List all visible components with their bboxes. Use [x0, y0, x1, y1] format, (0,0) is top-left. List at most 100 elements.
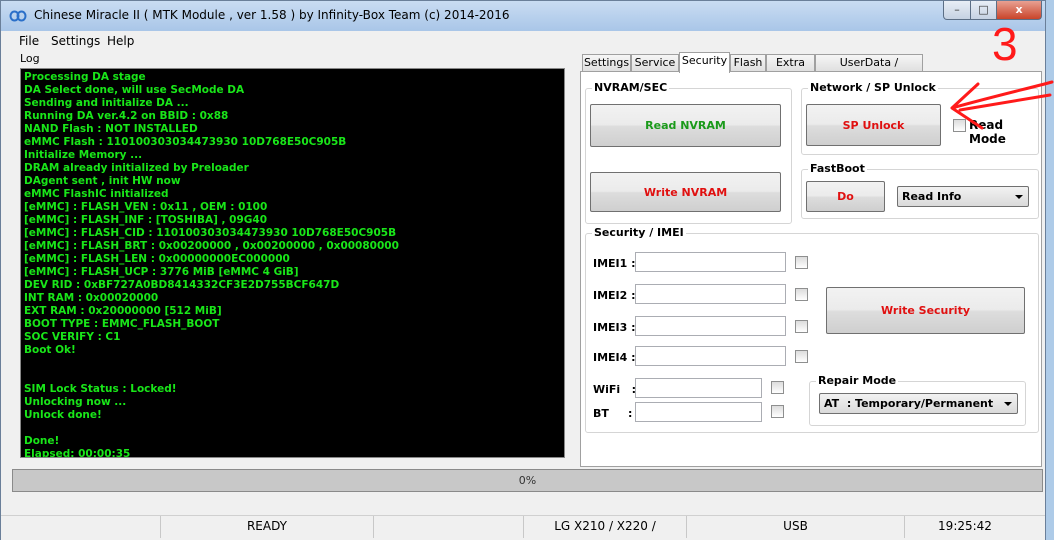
maximize-button[interactable]: □ — [970, 1, 997, 20]
log-line: Processing DA stage — [24, 71, 146, 83]
progress-bar: 0% — [12, 469, 1043, 492]
menu-bar: File Settings Help — [1, 31, 1045, 51]
security-imei-group: Security / IMEI IMEI1 : IMEI2 : IMEI3 : … — [585, 226, 1039, 433]
read-mode-checkbox[interactable] — [953, 119, 966, 132]
tab-flash[interactable]: Flash — [730, 54, 766, 72]
repair-mode-group-title: Repair Mode — [816, 374, 899, 387]
log-line: Unlocking now ... — [24, 396, 127, 408]
log-line: Boot Ok! — [24, 344, 76, 356]
network-unlock-group: Network / SP Unlock SP Unlock Read Mode — [801, 81, 1039, 155]
tab-service[interactable]: Service — [631, 54, 679, 72]
imei2-input[interactable] — [635, 284, 786, 304]
fastboot-action-select[interactable]: Read Info — [897, 186, 1029, 207]
log-lines: Processing DA stage DA Select done, will … — [24, 71, 544, 458]
log-line: DA Select done, will use SecMode DA — [24, 84, 245, 96]
imei3-input[interactable] — [635, 316, 786, 336]
menu-help[interactable]: Help — [107, 34, 134, 48]
log-line: SIM Lock Status : Locked! — [24, 383, 177, 395]
log-line: BOOT TYPE : EMMC_FLASH_BOOT — [24, 318, 220, 330]
log-line: [eMMC] : FLASH_VEN : 0x11 , OEM : 0100 — [24, 201, 268, 213]
chevron-down-icon — [1004, 402, 1012, 406]
close-button[interactable]: x — [996, 1, 1042, 20]
log-label: Log — [20, 52, 40, 65]
read-mode-label: Read Mode — [969, 118, 1006, 146]
imei1-label: IMEI1 : — [593, 257, 636, 270]
imei4-input[interactable] — [635, 346, 786, 366]
nvram-group-title: NVRAM/SEC — [592, 81, 670, 94]
status-port: USB — [687, 516, 905, 538]
log-line: Unlock done! — [24, 409, 102, 421]
imei3-checkbox[interactable] — [795, 320, 808, 333]
log-line — [24, 357, 544, 370]
chevron-down-icon — [1015, 195, 1023, 199]
menu-settings[interactable]: Settings — [51, 34, 100, 48]
imei1-input[interactable] — [635, 252, 786, 272]
title-bar: Chinese Miracle II ( MTK Module , ver 1.… — [1, 1, 1045, 31]
imei2-checkbox[interactable] — [795, 288, 808, 301]
security-imei-group-title: Security / IMEI — [592, 226, 686, 239]
log-line: [eMMC] : FLASH_LEN : 0x00000000EC000000 — [24, 253, 290, 265]
read-nvram-button[interactable]: Read NVRAM — [590, 104, 781, 147]
status-state: READY — [161, 516, 374, 538]
log-line: eMMC FlashIC initialized — [24, 188, 169, 200]
imei3-label: IMEI3 : — [593, 321, 636, 334]
fastboot-group-title: FastBoot — [808, 162, 867, 175]
log-line: INT RAM : 0x00020000 — [24, 292, 159, 304]
log-line: [eMMC] : FLASH_CID : 110100303034473930 … — [24, 227, 397, 239]
security-tab-panel: NVRAM/SEC Read NVRAM Write NVRAM Network… — [580, 71, 1042, 467]
log-line: Initialize Memory ... — [24, 149, 143, 161]
network-unlock-group-title: Network / SP Unlock — [808, 81, 938, 94]
repair-mode-select[interactable]: AT : Temporary/Permanent — [819, 393, 1018, 414]
log-line: Done! — [24, 435, 60, 447]
wifi-checkbox[interactable] — [771, 381, 784, 394]
repair-mode-selected-value: AT : Temporary/Permanent — [824, 397, 994, 410]
status-model: LG X210 / X220 / — [524, 516, 687, 538]
app-window: Chinese Miracle II ( MTK Module , ver 1.… — [0, 0, 1046, 540]
fastboot-do-button[interactable]: Do — [806, 181, 885, 212]
tab-security[interactable]: Security — [679, 52, 730, 73]
progress-percent: 0% — [518, 474, 537, 487]
log-line: DAgent sent , init HW now — [24, 175, 181, 187]
bt-checkbox[interactable] — [771, 405, 784, 418]
status-bar: READY LG X210 / X220 / USB 19:25:42 — [1, 515, 1045, 540]
log-line: Sending and initialize DA ... — [24, 97, 189, 109]
log-line — [24, 370, 544, 383]
log-line: [eMMC] : FLASH_INF : [TOSHIBA] , 09G40 — [24, 214, 268, 226]
log-line: EXT RAM : 0x20000000 [512 MiB] — [24, 305, 222, 317]
log-line — [24, 422, 544, 435]
status-time: 19:25:42 — [938, 519, 992, 533]
log-line: Elapsed: 00:00:35 — [24, 448, 131, 458]
log-line: [eMMC] : FLASH_BRT : 0x00200000 , 0x0020… — [24, 240, 399, 252]
sp-unlock-button[interactable]: SP Unlock — [806, 104, 941, 146]
fastboot-group: FastBoot Do Read Info — [801, 162, 1039, 219]
log-line: SOC VERIFY : C1 — [24, 331, 121, 343]
imei2-label: IMEI2 : — [593, 289, 636, 302]
infinity-logo-icon — [9, 10, 27, 22]
bt-input[interactable] — [635, 402, 762, 422]
log-panel[interactable]: Processing DA stage DA Select done, will … — [20, 68, 565, 458]
log-line: Running DA ver.4.2 on BBID : 0x88 — [24, 110, 229, 122]
write-security-button[interactable]: Write Security — [826, 287, 1025, 334]
log-line: DRAM already initialized by Preloader — [24, 162, 249, 174]
log-line: eMMC Flash : 110100303034473930 10D768E5… — [24, 136, 347, 148]
imei4-label: IMEI4 : — [593, 351, 636, 364]
window-title: Chinese Miracle II ( MTK Module , ver 1.… — [34, 8, 510, 22]
imei4-checkbox[interactable] — [795, 350, 808, 363]
nvram-group: NVRAM/SEC Read NVRAM Write NVRAM — [585, 81, 792, 224]
tab-settings[interactable]: Settings — [582, 54, 631, 72]
status-cell-empty — [1, 516, 161, 538]
tab-userdata-forensic[interactable]: UserData / Forensic — [815, 54, 923, 85]
log-line: NAND Flash : NOT INSTALLED — [24, 123, 198, 135]
repair-mode-group: Repair Mode AT : Temporary/Permanent — [809, 374, 1026, 426]
tab-extra[interactable]: Extra — [766, 54, 815, 72]
log-line: DEV RID : 0xBF727A0BD8414332CF3E2D755BCF… — [24, 279, 340, 291]
bt-label: BT : — [593, 407, 633, 420]
imei1-checkbox[interactable] — [795, 256, 808, 269]
wifi-input[interactable] — [635, 378, 762, 398]
minimize-button[interactable]: – — [943, 1, 971, 20]
write-nvram-button[interactable]: Write NVRAM — [590, 172, 781, 212]
log-line: [eMMC] : FLASH_UCP : 3776 MiB [eMMC 4 Gi… — [24, 266, 299, 278]
status-cell-blank — [374, 516, 524, 538]
wifi-label: WiFi : — [593, 383, 637, 396]
menu-file[interactable]: File — [19, 34, 39, 48]
